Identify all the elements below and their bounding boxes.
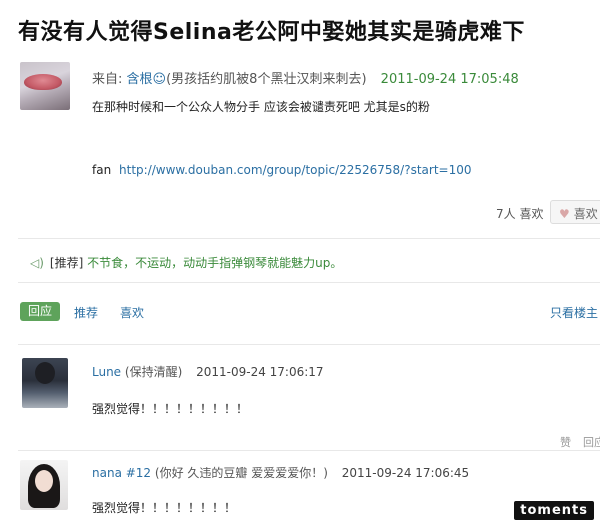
fan-prefix: fan xyxy=(92,163,112,177)
divider xyxy=(18,344,600,345)
promo-banner[interactable]: ◁) [推荐] 不节食，不运动，动动手指弹钢琴就能魅力up。 xyxy=(30,254,342,271)
post-title: 有没有人觉得Selina老公阿中娶她其实是骑虎难下 xyxy=(18,20,525,45)
comment-actions: 赞回应 xyxy=(560,434,600,450)
commenter-name[interactable]: Lune xyxy=(92,365,121,379)
comment-time: 2011-09-24 17:06:45 xyxy=(341,466,470,480)
heart-icon: ♥ xyxy=(559,207,570,221)
owner-only-link[interactable]: 只看楼主 xyxy=(550,304,598,321)
comment-text: 强烈觉得！！！！！！！！ xyxy=(92,501,237,515)
speaker-icon: ◁) xyxy=(30,256,44,270)
comment-time: 2011-09-24 17:06:17 xyxy=(196,365,324,379)
commenter-name[interactable]: nana #12 xyxy=(92,466,151,480)
watermark-logo: toments xyxy=(514,501,594,520)
like-button-label: 喜欢 xyxy=(573,207,598,221)
comment-avatar[interactable] xyxy=(22,358,68,408)
fan-line: fan http://www.douban.com/group/topic/22… xyxy=(92,163,472,177)
post-time: 2011-09-24 17:05:48 xyxy=(380,72,519,87)
upvote-link[interactable]: 赞 xyxy=(560,436,571,449)
comment-meta: nana #12 (你好 久违的豆瓣 爱爱爱爱你！) 2011-09-24 17… xyxy=(92,464,469,481)
promo-tag: [推荐] xyxy=(49,256,84,270)
post-content: 在那种时候和一个公众人物分手 应该会被谴责死吧 尤其是s的粉 xyxy=(92,100,430,114)
fan-url-link[interactable]: http://www.douban.com/group/topic/225267… xyxy=(119,163,471,177)
comment-text: 强烈觉得！！！！！！！！！ xyxy=(92,402,249,416)
author-link[interactable]: 含根 xyxy=(127,72,153,87)
author-signature: (男孩括约肌被8个黑壮汉刺来刺去) xyxy=(166,72,367,87)
promo-text[interactable]: 不节食，不运动，动动手指弹钢琴就能魅力up。 xyxy=(87,256,342,270)
author-mark: ☺ xyxy=(152,72,167,87)
commenter-signature: (你好 久违的豆瓣 爱爱爱爱你！) xyxy=(154,466,328,480)
tab-reply[interactable]: 回应 xyxy=(20,302,60,321)
author-avatar[interactable] xyxy=(20,62,70,110)
divider xyxy=(18,282,600,283)
tab-recommend[interactable]: 推荐 xyxy=(74,304,98,321)
comment-tab-bar: 回应 推荐 喜欢 只看楼主 xyxy=(20,302,600,322)
commenter-signature: (保持清醒) xyxy=(124,365,183,379)
from-label: 来自: xyxy=(92,72,123,87)
tab-like[interactable]: 喜欢 xyxy=(120,304,144,321)
comment-avatar[interactable] xyxy=(20,460,68,510)
post-meta: 来自: 含根☺(男孩括约肌被8个黑壮汉刺来刺去) 2011-09-24 17:0… xyxy=(92,68,519,87)
divider xyxy=(18,450,600,451)
like-count[interactable]: 7人 喜欢 xyxy=(496,205,543,222)
comment-meta: Lune (保持清醒) 2011-09-24 17:06:17 xyxy=(92,363,324,380)
reply-link[interactable]: 回应 xyxy=(583,436,600,449)
divider xyxy=(18,238,600,239)
like-button[interactable]: ♥ 喜欢 xyxy=(550,200,600,224)
